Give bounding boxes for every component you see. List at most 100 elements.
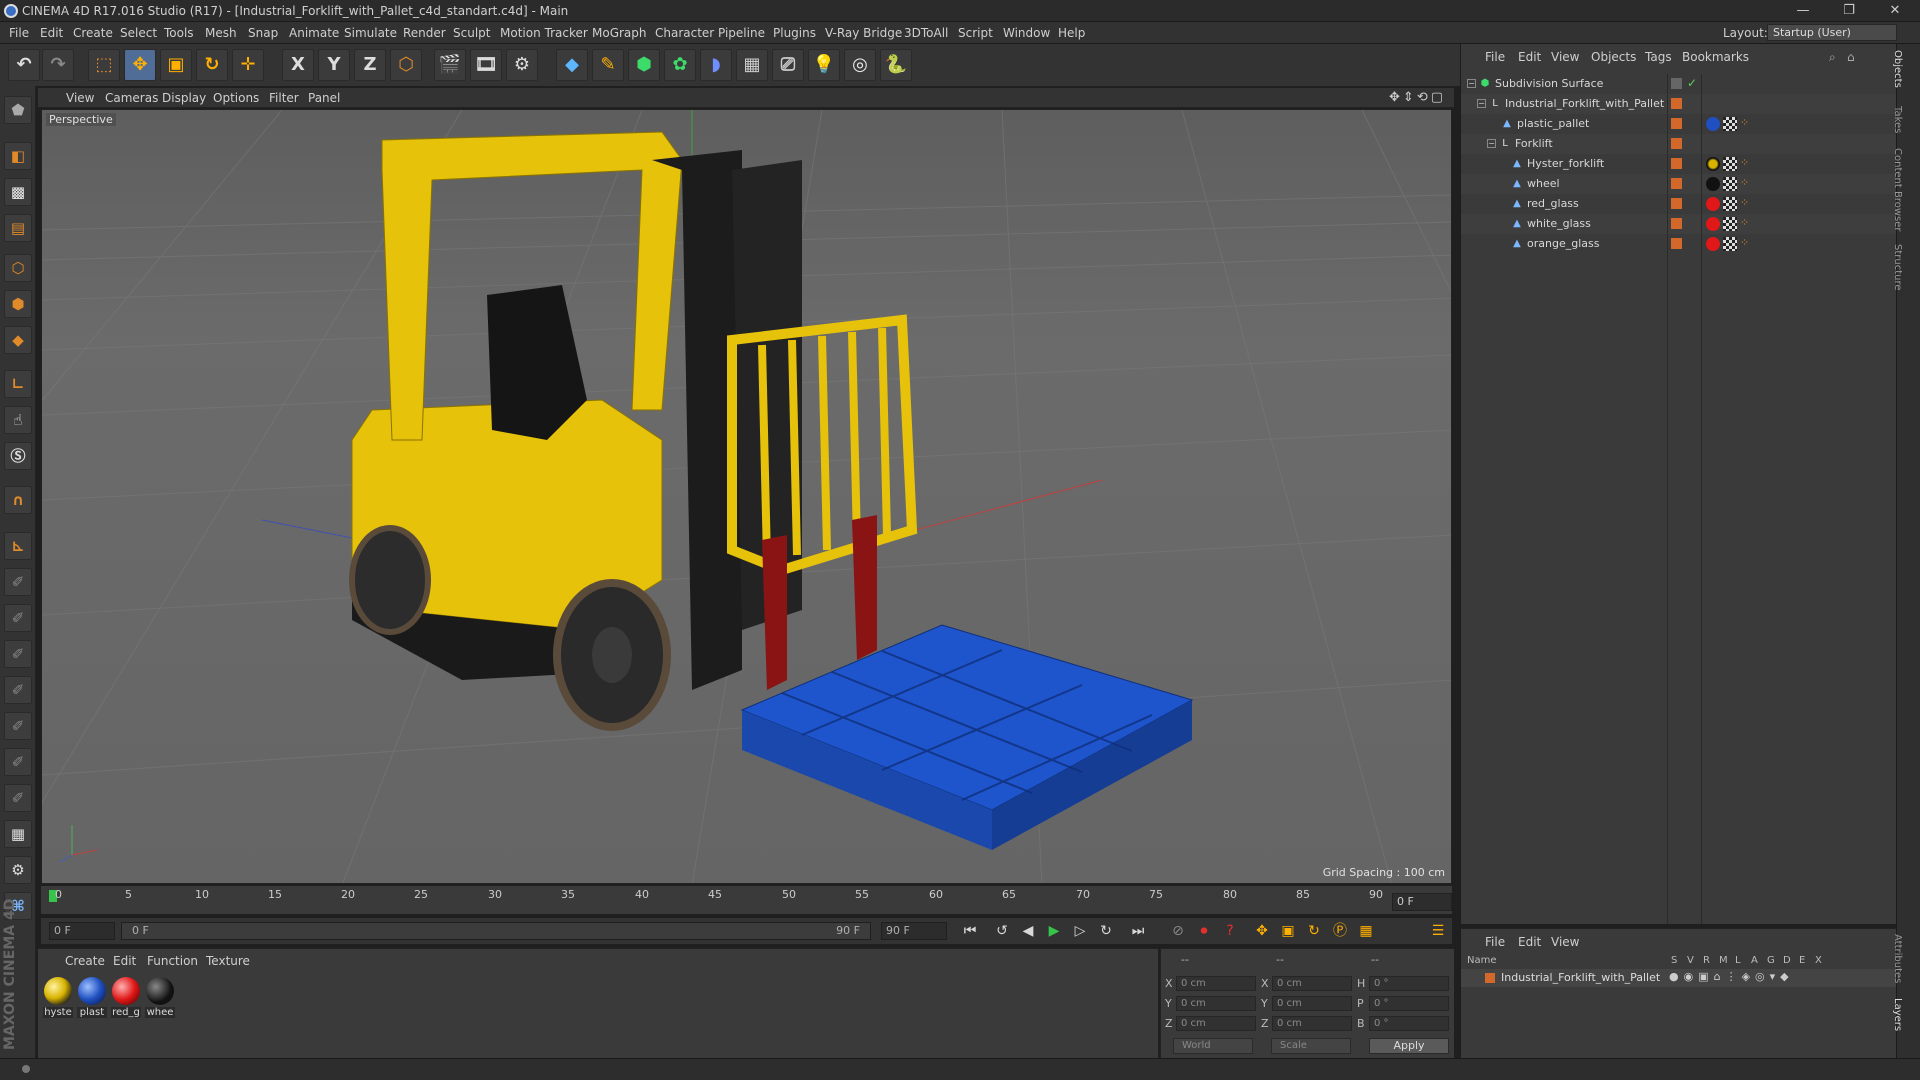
menu-mesh[interactable]: Mesh <box>205 26 237 40</box>
uvw-tag-icon[interactable] <box>1723 237 1737 251</box>
viewport-menu-filter[interactable]: Filter <box>269 91 299 105</box>
x-axis-lock-button[interactable]: X <box>282 49 314 81</box>
search-icon[interactable]: ⌕ <box>1829 50 1836 65</box>
menu-vray-bridge[interactable]: V-Ray Bridge <box>825 26 902 40</box>
collapse-icon[interactable]: − <box>1477 99 1486 108</box>
uvw-tag-icon[interactable] <box>1723 117 1737 131</box>
uvw-tag-icon[interactable] <box>1723 157 1737 171</box>
viewport-menu-view[interactable]: View <box>66 91 94 105</box>
sculpt-grab-icon[interactable]: ✐ <box>4 748 32 776</box>
layer-row[interactable]: Industrial_Forklift_with_Pallet ●◉▣⌂⋮◈◎▾… <box>1461 969 1897 987</box>
timeline-ruler[interactable]: 0 5 10 15 20 25 30 35 40 45 50 55 60 65 … <box>41 886 1452 914</box>
size-y-field[interactable]: 0 cm <box>1272 996 1352 1011</box>
position-y-field[interactable]: 0 cm <box>1176 996 1256 1011</box>
phong-tag-icon[interactable]: ⁘ <box>1740 216 1749 229</box>
size-z-field[interactable]: 0 cm <box>1272 1016 1352 1031</box>
deformer-icon[interactable]: ◗ <box>700 49 732 81</box>
menu-tools[interactable]: Tools <box>164 26 194 40</box>
edit-render-settings-icon[interactable]: ⚙ <box>506 49 538 81</box>
render-view-icon[interactable]: 🎬 <box>434 49 466 81</box>
viewport-menu-panel[interactable]: Panel <box>308 91 340 105</box>
menu-select[interactable]: Select <box>120 26 157 40</box>
viewport-menu-cameras[interactable]: Cameras <box>105 91 158 105</box>
quantize-icon[interactable]: ⊾ <box>4 532 32 560</box>
next-frame-icon[interactable]: ▷ <box>1069 921 1091 941</box>
object-row[interactable]: ▲ white_glass ⁘ <box>1461 214 1897 234</box>
previous-frame-icon[interactable]: ◀ <box>1017 921 1039 941</box>
objects-menu-bookmarks[interactable]: Bookmarks <box>1682 50 1749 64</box>
layer-swatch[interactable] <box>1671 178 1682 189</box>
floor-icon[interactable]: ▦ <box>736 49 768 81</box>
object-row[interactable]: − ⬢ Subdivision Surface ✓ <box>1461 74 1897 94</box>
texture-mode-icon[interactable]: ▩ <box>4 178 32 206</box>
tweak-mode-icon[interactable]: ☝ <box>4 406 32 434</box>
objects-menu-view[interactable]: View <box>1551 50 1579 64</box>
menu-character[interactable]: Character <box>655 26 714 40</box>
material-tag-icon[interactable] <box>1706 197 1720 211</box>
go-to-end-icon[interactable]: ⏭ <box>1127 921 1149 941</box>
brush-tool-icon[interactable]: ✐ <box>4 568 32 596</box>
key-rotation-icon[interactable]: ↻ <box>1303 921 1325 941</box>
key-scale-icon[interactable]: ▣ <box>1277 921 1299 941</box>
menu-render[interactable]: Render <box>403 26 446 40</box>
layer-color-swatch[interactable] <box>1485 973 1495 983</box>
start-frame-field[interactable]: 0 F <box>49 922 115 940</box>
material-tag-icon[interactable] <box>1706 237 1720 251</box>
uvw-tag-icon[interactable] <box>1723 177 1737 191</box>
sculpt-smooth-icon[interactable]: ✐ <box>4 640 32 668</box>
axis-mode-icon[interactable]: ∟ <box>4 370 32 398</box>
menu-help[interactable]: Help <box>1058 26 1085 40</box>
record-keys-disabled-icon[interactable]: ⊘ <box>1167 921 1189 941</box>
transform-tool-icon[interactable]: ✛ <box>232 49 264 81</box>
phong-tag-icon[interactable]: ⁘ <box>1740 236 1749 249</box>
objects-menu-objects[interactable]: Objects <box>1591 50 1636 64</box>
world-dropdown[interactable]: World <box>1173 1038 1253 1054</box>
material-menu-edit[interactable]: Edit <box>113 954 136 968</box>
menu-snap[interactable]: Snap <box>248 26 278 40</box>
layer-swatch[interactable] <box>1671 118 1682 129</box>
object-row[interactable]: ▲ Hyster_forklift ⁘ <box>1461 154 1897 174</box>
object-row[interactable]: ▲ orange_glass ⁘ <box>1461 234 1897 254</box>
objects-menu-tags[interactable]: Tags <box>1645 50 1672 64</box>
layer-swatch[interactable] <box>1671 238 1682 249</box>
end-frame-field[interactable]: 90 F <box>881 922 947 940</box>
menu-mograph[interactable]: MoGraph <box>592 26 647 40</box>
coordinate-system-icon[interactable]: ⬡ <box>390 49 422 81</box>
sculpt-flatten-icon[interactable]: ✐ <box>4 676 32 704</box>
perspective-viewport[interactable]: Perspective Grid Spacing : 100 cm <box>41 109 1452 884</box>
object-row[interactable]: − L Forklift <box>1461 134 1897 154</box>
material-swatch[interactable]: hyste <box>43 977 73 1018</box>
z-axis-lock-button[interactable]: Z <box>354 49 386 81</box>
rotate-tool-icon[interactable]: ↻ <box>196 49 228 81</box>
material-swatch[interactable]: whee <box>145 977 175 1018</box>
object-row[interactable]: − L Industrial_Forklift_with_Pallet <box>1461 94 1897 114</box>
menu-sculpt[interactable]: Sculpt <box>453 26 490 40</box>
cube-primitive-icon[interactable]: ◆ <box>556 49 588 81</box>
material-tag-icon[interactable] <box>1706 217 1720 231</box>
collapse-icon[interactable]: − <box>1487 139 1496 148</box>
menu-plugins[interactable]: Plugins <box>773 26 816 40</box>
layer-swatch[interactable] <box>1671 158 1682 169</box>
scale-tool-icon[interactable]: ▣ <box>160 49 192 81</box>
python-icon[interactable]: 🐍 <box>880 49 912 81</box>
previous-key-icon[interactable]: ↺ <box>991 921 1013 941</box>
position-x-field[interactable]: 0 cm <box>1176 976 1256 991</box>
next-key-icon[interactable]: ↻ <box>1095 921 1117 941</box>
phong-tag-icon[interactable]: ⁘ <box>1740 196 1749 209</box>
material-tag-icon[interactable] <box>1706 177 1720 191</box>
viewport-menu-display[interactable]: Display <box>162 91 206 105</box>
menu-animate[interactable]: Animate <box>289 26 339 40</box>
uvw-tag-icon[interactable] <box>1723 197 1737 211</box>
render-picture-viewer-icon[interactable]: 🎞 <box>470 49 502 81</box>
solo-mode-icon[interactable]: Ⓢ <box>4 442 32 470</box>
layer-swatch[interactable] <box>1671 198 1682 209</box>
scale-dropdown[interactable]: Scale <box>1271 1038 1351 1054</box>
points-mode-icon[interactable]: ⬡ <box>4 254 32 282</box>
size-x-field[interactable]: 0 cm <box>1272 976 1352 991</box>
minimize-button[interactable]: — <box>1780 0 1826 22</box>
camera-icon[interactable]: ⎚ <box>772 49 804 81</box>
edges-mode-icon[interactable]: ⬢ <box>4 290 32 318</box>
make-editable-icon[interactable]: ⬟ <box>4 96 32 124</box>
record-active-icon[interactable]: ⏺ <box>1193 921 1215 941</box>
undo-icon[interactable]: ↶ <box>8 49 40 81</box>
